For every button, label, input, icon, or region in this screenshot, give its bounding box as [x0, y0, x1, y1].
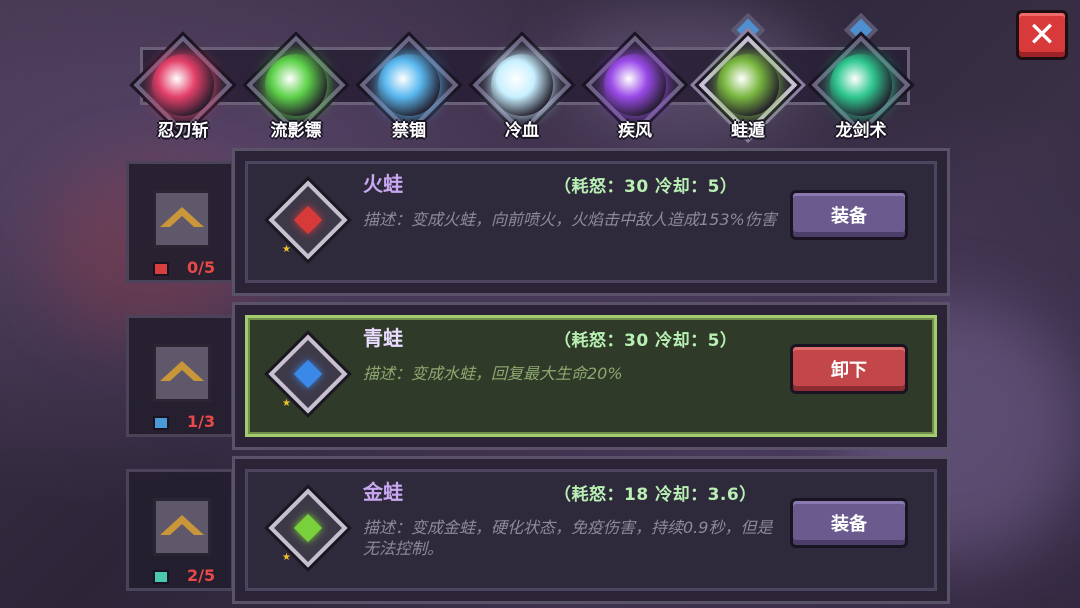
star-icon: ★: [282, 552, 291, 563]
skill-label: 冷血: [505, 121, 539, 141]
skill-label: 流影镖: [270, 121, 322, 141]
skill-label: 龙剑术: [835, 121, 887, 141]
level-count: 1/3: [187, 412, 216, 431]
frog-icon: [717, 54, 779, 116]
upgrade-button[interactable]: [153, 344, 211, 402]
red-slash-orb-icon: [152, 54, 214, 116]
variant-stats: （耗怒：30 冷却：5）: [554, 177, 738, 197]
skill-tab[interactable]: 蛙遁: [698, 13, 798, 146]
skill-label: 禁锢: [392, 121, 426, 141]
skill-tab[interactable]: 疾风: [585, 35, 685, 146]
equip-button[interactable]: 装备: [790, 498, 908, 548]
variant-description: 描述：变成火蛙，向前喷火，火焰击中敌人造成153%伤害: [363, 210, 777, 229]
upgrade-panel: 0/5: [126, 161, 234, 283]
variant-title: 火蛙: [363, 172, 403, 196]
level-count: 2/5: [187, 566, 216, 585]
skill-variant-card: ★ 火蛙 （耗怒：30 冷却：5） 描述：变成火蛙，向前喷火，火焰击中敌人造成153%…: [232, 148, 950, 296]
skill-label: 疾风: [618, 121, 652, 141]
variant-stats: （耗怒：30 冷却：5）: [554, 331, 738, 351]
skill-tab[interactable]: 龙剑术: [811, 13, 911, 146]
upgrade-button[interactable]: [153, 498, 211, 556]
variant-title: 金蛙: [363, 480, 403, 504]
red-gem-icon: [268, 180, 348, 260]
star-icon: ★: [282, 398, 291, 409]
upgrade-panel: 2/5: [126, 469, 234, 591]
upgrade-button[interactable]: [153, 190, 211, 248]
skill-tab[interactable]: 禁锢: [359, 35, 459, 146]
level-book-icon: [153, 416, 169, 430]
skill-variant-card: ★ 青蛙 （耗怒：30 冷却：5） 描述：变成水蛙，回复最大生命20% 卸下: [232, 302, 950, 450]
blue-ice-orb-icon: [378, 54, 440, 116]
variant-description: 描述：变成金蛙，硬化状态，免疫伤害，持续0.9秒，但是无法控制。: [363, 518, 773, 558]
chevron-up-icon: [160, 361, 204, 381]
skill-label: 蛙遁: [731, 121, 765, 141]
skill-tab[interactable]: 流影镖: [246, 35, 346, 146]
ice-crystal-icon: [491, 54, 553, 116]
unequip-button[interactable]: 卸下: [790, 344, 908, 394]
chevron-up-icon: [160, 515, 204, 535]
equip-button[interactable]: 装备: [790, 190, 908, 240]
star-icon: ★: [282, 244, 291, 255]
green-swords-icon: [830, 54, 892, 116]
close-icon: ✕: [1027, 15, 1057, 55]
upgrade-panel: 1/3: [126, 315, 234, 437]
green-gem-icon: [268, 488, 348, 568]
skill-variant-card: ★ 金蛙 （耗怒：18 冷却：3.6） 描述：变成金蛙，硬化状态，免疫伤害，持续0.9…: [232, 456, 950, 604]
skill-tab[interactable]: 冷血: [472, 35, 572, 146]
chevron-up-icon: [160, 207, 204, 227]
blue-water-gem-icon: [268, 334, 348, 414]
variant-description: 描述：变成水蛙，回复最大生命20%: [363, 364, 623, 383]
level-book-icon: [153, 262, 169, 276]
level-count: 0/5: [187, 258, 216, 277]
close-button[interactable]: ✕: [1016, 10, 1068, 60]
skill-tab[interactable]: 忍刀斩: [133, 35, 233, 146]
green-shuriken-swirl-icon: [265, 54, 327, 116]
level-book-icon: [153, 570, 169, 584]
skill-label: 忍刀斩: [157, 121, 209, 141]
variant-stats: （耗怒：18 冷却：3.6）: [554, 485, 757, 505]
purple-flame-icon: [604, 54, 666, 116]
variant-title: 青蛙: [363, 326, 403, 350]
